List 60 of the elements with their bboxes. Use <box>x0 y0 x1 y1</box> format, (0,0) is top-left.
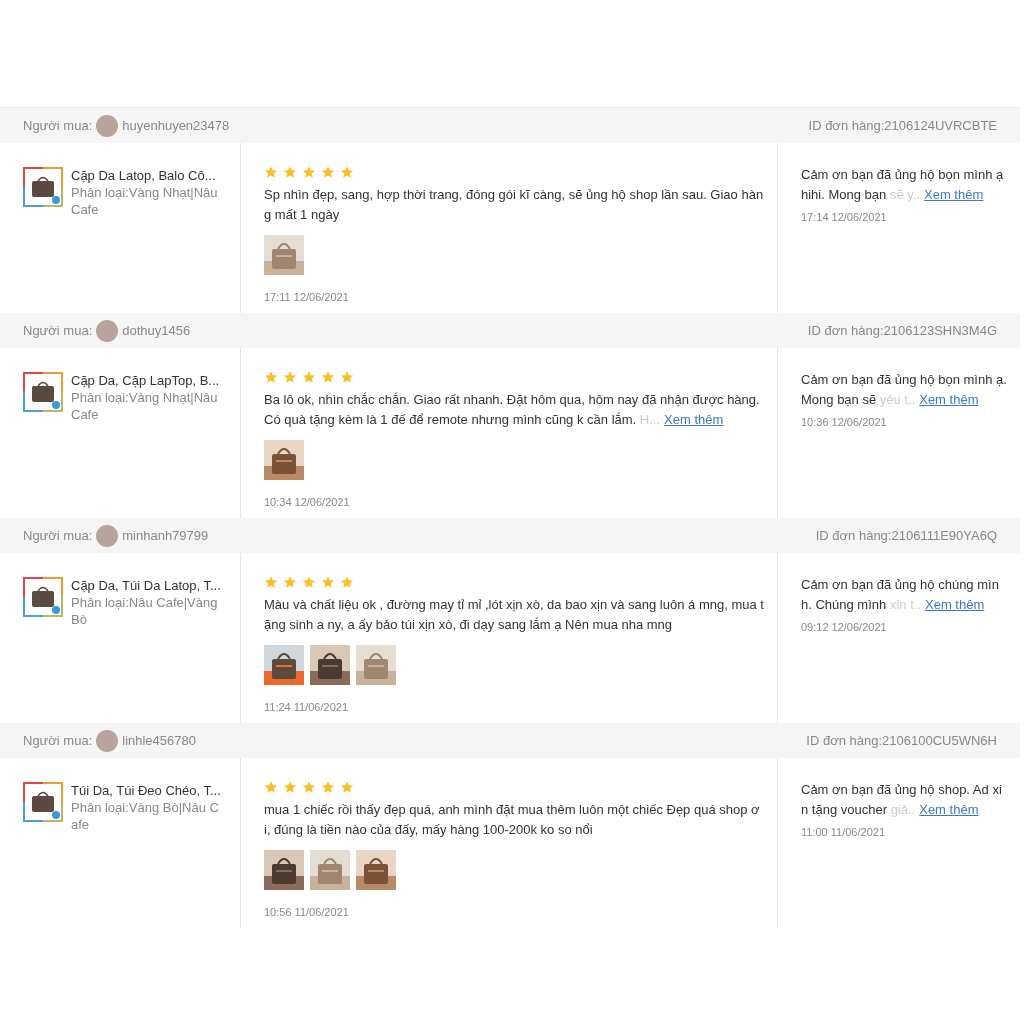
star-icon <box>283 370 297 384</box>
buyer-label: Người mua: <box>23 116 93 135</box>
star-icon <box>321 165 335 179</box>
buyer-name: dothuy1456 <box>122 321 191 340</box>
star-icon <box>340 780 354 794</box>
star-icon <box>302 575 316 589</box>
see-more-link[interactable]: Xem thêm <box>664 412 724 427</box>
product-variant: Phân loại:Vàng Nhạt|Nâu Cafe <box>71 184 219 218</box>
review-time: 17:11 12/06/2021 <box>264 290 350 305</box>
avatar <box>96 729 119 752</box>
see-more-link[interactable]: Xem thêm <box>924 187 984 202</box>
avatar <box>96 114 119 137</box>
star-icon <box>302 370 316 384</box>
see-more-link[interactable]: Xem thêm <box>925 597 985 612</box>
buyer-name: linhle456780 <box>122 731 196 750</box>
reply-time: 10:36 12/06/2021 <box>801 415 888 430</box>
avatar <box>96 319 119 342</box>
buyer-label: Người mua: <box>23 731 93 750</box>
star-icon <box>264 780 278 794</box>
review-comment: Sp nhìn đẹp, sang, hợp thời trang, đóng gói kĩ càng, sẽ ủng hộ shop lần sau. Giao hàng mất 1 ngày <box>264 186 765 224</box>
reply-time: 17:14 12/06/2021 <box>801 210 888 225</box>
star-icon <box>340 575 354 589</box>
buyer-label: Người mua: <box>23 526 93 545</box>
see-more-link[interactable]: Xem thêm <box>919 392 979 407</box>
product-name[interactable]: Cặp Da Latop, Balo Cô... <box>71 167 221 184</box>
order-id: ID đơn hàng:2106111E90YA6Q <box>815 526 997 545</box>
star-icon <box>321 370 335 384</box>
product-variant: Phân loại:Nâu Cafe|Vàng Bò <box>71 594 219 628</box>
product-name[interactable]: Cặp Da, Túi Da Latop, T... <box>71 577 221 594</box>
product-name[interactable]: Túi Da, Túi Đeo Chéo, T... <box>71 782 221 799</box>
buyer-name: huyenhuyen23478 <box>122 116 230 135</box>
product-name[interactable]: Cặp Da, Cặp LapTop, B... <box>71 372 221 389</box>
star-icon <box>264 370 278 384</box>
star-icon <box>321 575 335 589</box>
star-icon <box>340 370 354 384</box>
see-more-link[interactable]: Xem thêm <box>919 802 979 817</box>
star-icon <box>340 165 354 179</box>
star-icon <box>264 575 278 589</box>
order-id: ID đơn hàng:2106124UVRCBTE <box>808 116 997 135</box>
product-variant: Phân loại:Vàng Bò|Nâu Cafe <box>71 799 220 833</box>
buyer-name: minhanh79799 <box>122 526 209 545</box>
star-icon <box>283 165 297 179</box>
reply-time: 09:12 12/06/2021 <box>801 620 888 635</box>
star-icon <box>264 165 278 179</box>
star-icon <box>283 575 297 589</box>
star-icon <box>302 165 316 179</box>
reply-time: 11:00 11/06/2021 <box>801 825 886 840</box>
product-variant: Phân loại:Vàng Nhạt|Nâu Cafe <box>71 389 219 423</box>
review-time: 11:24 11/06/2021 <box>264 700 349 715</box>
review-time: 10:56 11/06/2021 <box>264 905 350 920</box>
star-icon <box>283 780 297 794</box>
review-comment: mua 1 chiếc rồi thấy đẹp quá, anh mình đặt mua thêm luôn một chiếc Đẹp quá shop ơi, đúng là tiền nào của đấy, mấy hàng 100-200k ko so nổi <box>264 801 761 839</box>
review-time: 10:34 12/06/2021 <box>264 495 351 510</box>
order-id: ID đơn hàng:2106123SHN3M4G <box>807 321 997 340</box>
star-icon <box>321 780 335 794</box>
review-comment: Màu và chất liệu ok , đường may tỉ mỉ ,lót xịn xò, da bao xịn và sang luôn á mng, mua tặng sinh a ny, a ấy bảo túi xịn xò, đi dạy sang lắm ạ Nên mua nha mng <box>264 596 765 634</box>
star-icon <box>302 780 316 794</box>
order-id: ID đơn hàng:2106100CU5WN6H <box>806 731 997 750</box>
buyer-label: Người mua: <box>23 321 93 340</box>
avatar <box>96 524 119 547</box>
